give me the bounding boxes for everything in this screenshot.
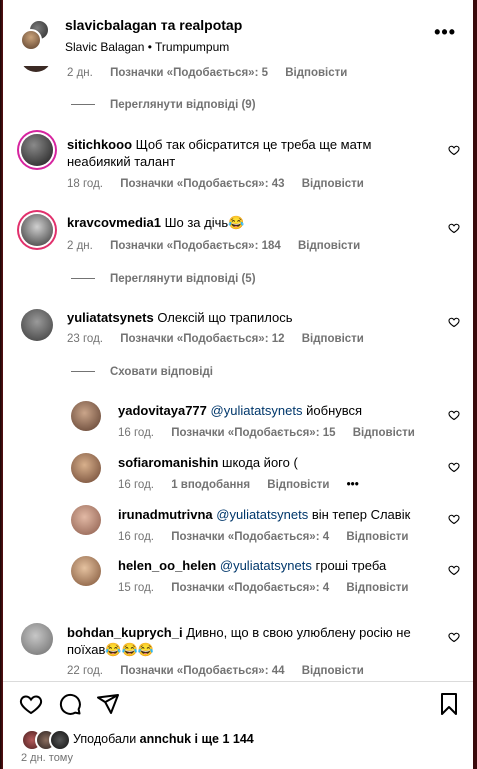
post-time: 2 дн. тому — [21, 752, 73, 764]
likes-count[interactable]: Позначки «Подобається»: 43 — [120, 178, 284, 190]
post-header: slavicbalagan та realpotap Slavic Balaga… — [3, 0, 473, 66]
comment: sitichkooo Щоб так обісратится це треба … — [3, 130, 473, 200]
avatar[interactable] — [71, 401, 101, 431]
heart-icon[interactable] — [448, 564, 460, 576]
heart-icon[interactable] — [448, 513, 460, 525]
comment-text: bohdan_kuprych_i Дивно, що в свою улюбле… — [67, 625, 411, 640]
likes-count[interactable]: Позначки «Подобається»: 44 — [120, 665, 284, 677]
comment-meta: 16 год. Позначки «Подобається»: 15 Відпо… — [118, 427, 429, 439]
heart-icon[interactable] — [448, 461, 460, 473]
likes-count[interactable]: Позначки «Подобається»: 12 — [120, 333, 284, 345]
reply-button[interactable]: Відповісти — [346, 582, 408, 594]
divider — [71, 104, 95, 106]
comment-meta: 2 дн. Позначки «Подобається»: 184 Відпов… — [67, 240, 374, 252]
reply-button[interactable]: Відповісти — [302, 178, 364, 190]
comment-text: helen_oo_helen @yuliatatsynets гроші тре… — [118, 558, 387, 573]
likes-count[interactable]: Позначки «Подобається»: 4 — [171, 582, 329, 594]
comment-meta: 23 год. Позначки «Подобається»: 12 Відпо… — [67, 333, 378, 345]
comment-meta: 16 год. Позначки «Подобається»: 4 Відпов… — [118, 531, 422, 543]
comment: yuliatatsynets Олексій що трапилось 23 г… — [3, 305, 473, 355]
comment-text-line2: неабиякий талант — [67, 154, 176, 169]
avatar[interactable] — [71, 453, 101, 483]
reply-comment: irunadmutrivna @yuliatatsynets він тепер… — [3, 502, 473, 547]
comment-text: yuliatatsynets Олексій що трапилось — [67, 310, 293, 325]
comment-text: irunadmutrivna @yuliatatsynets він тепер… — [118, 507, 411, 522]
hide-replies-button[interactable]: Сховати відповіді — [71, 366, 213, 378]
comment-text: sitichkooo Щоб так обісратится це треба … — [67, 137, 372, 152]
likes-count[interactable]: Позначки «Подобається»: 15 — [171, 427, 335, 439]
avatar — [20, 29, 42, 51]
reply-comment: sofiaromanishin шкода його ( 16 год. 1 в… — [3, 450, 473, 495]
liked-by-text[interactable]: Уподобали annchuk і ще 1 144 — [73, 732, 254, 746]
avatar[interactable] — [71, 505, 101, 535]
reply-comment: yadovitaya777 @yuliatatsynets йобнувся 1… — [3, 398, 473, 443]
view-replies-button[interactable]: Переглянути відповіді (5) — [71, 273, 256, 285]
comment: kravcovmedia1 Шо за дічь😂 2 дн. Позначки… — [3, 210, 473, 260]
comment-text: kravcovmedia1 Шо за дічь😂 — [67, 215, 245, 230]
reply-button[interactable]: Відповісти — [302, 333, 364, 345]
comment-time: 16 год. — [118, 479, 154, 491]
comment-time: 16 год. — [118, 531, 154, 543]
comment-time: 16 год. — [118, 427, 154, 439]
avatar — [49, 729, 71, 751]
comment-time: 15 год. — [118, 582, 154, 594]
heart-icon[interactable] — [448, 222, 460, 234]
reply-button[interactable]: Відповісти — [298, 240, 360, 252]
comment-time: 2 дн. — [67, 240, 93, 252]
reply-button[interactable]: Відповісти — [302, 665, 364, 677]
more-options-icon[interactable]: ••• — [347, 479, 359, 491]
post-actions-bar: Уподобали annchuk і ще 1 144 2 дн. тому — [3, 681, 473, 769]
like-heart-icon[interactable] — [19, 692, 43, 716]
likes-count[interactable]: Позначки «Подобається»: 4 — [171, 531, 329, 543]
reply-button[interactable]: Відповісти — [353, 427, 415, 439]
comment-meta: 18 год. Позначки «Подобається»: 43 Відпо… — [67, 178, 378, 190]
post-comments-panel: slavicbalagan та realpotap Slavic Balaga… — [3, 0, 473, 769]
more-options-icon[interactable]: ••• — [434, 22, 456, 43]
comment-text: yadovitaya777 @yuliatatsynets йобнувся — [118, 403, 363, 418]
divider — [71, 371, 95, 373]
reply-button[interactable]: Відповісти — [267, 479, 329, 491]
reply-button[interactable]: Відповісти — [285, 67, 347, 79]
avatar[interactable] — [71, 556, 101, 586]
divider — [71, 278, 95, 280]
share-icon[interactable] — [96, 692, 120, 716]
reply-button[interactable]: Відповісти — [346, 531, 408, 543]
collab-avatars[interactable] — [20, 19, 50, 51]
avatar[interactable] — [21, 623, 53, 655]
bookmark-icon[interactable] — [437, 692, 461, 716]
reply-comment: helen_oo_helen @yuliatatsynets гроші тре… — [3, 553, 473, 598]
view-replies-button[interactable]: Переглянути відповіді (9) — [71, 99, 256, 111]
comment-meta: 2 дн. Позначки «Подобається»: 5 Відповіс… — [67, 67, 361, 79]
comment-time: 2 дн. — [67, 67, 93, 79]
comment: bohdan_kuprych_i Дивно, що в свою улюбле… — [3, 620, 473, 680]
heart-icon[interactable] — [448, 409, 460, 421]
comment-text: sofiaromanishin шкода його ( — [118, 455, 298, 470]
post-authors[interactable]: slavicbalagan та realpotap — [65, 17, 242, 33]
likes-count[interactable]: 1 вподобання — [171, 479, 250, 491]
likes-count[interactable]: Позначки «Подобається»: 5 — [110, 67, 268, 79]
likes-count[interactable]: Позначки «Подобається»: 184 — [110, 240, 281, 252]
avatar[interactable] — [21, 134, 53, 166]
avatar[interactable] — [21, 214, 53, 246]
avatar[interactable] — [21, 309, 53, 341]
heart-icon[interactable] — [448, 631, 460, 643]
comment-meta: 22 год. Позначки «Подобається»: 44 Відпо… — [67, 665, 378, 677]
comment-icon[interactable] — [58, 692, 82, 716]
comment-text-line2: поїхав😂😂😂 — [67, 642, 154, 657]
heart-icon[interactable] — [448, 316, 460, 328]
comment-time: 23 год. — [67, 333, 103, 345]
comment-time: 22 год. — [67, 665, 103, 677]
audio-track[interactable]: Slavic Balagan • Trumpumpum — [65, 40, 229, 54]
comment-meta: 15 год. Позначки «Подобається»: 4 Відпов… — [118, 582, 422, 594]
comment-meta: 16 год. 1 вподобання Відповісти ••• — [118, 479, 373, 491]
heart-icon[interactable] — [448, 144, 460, 156]
comment-time: 18 год. — [67, 178, 103, 190]
